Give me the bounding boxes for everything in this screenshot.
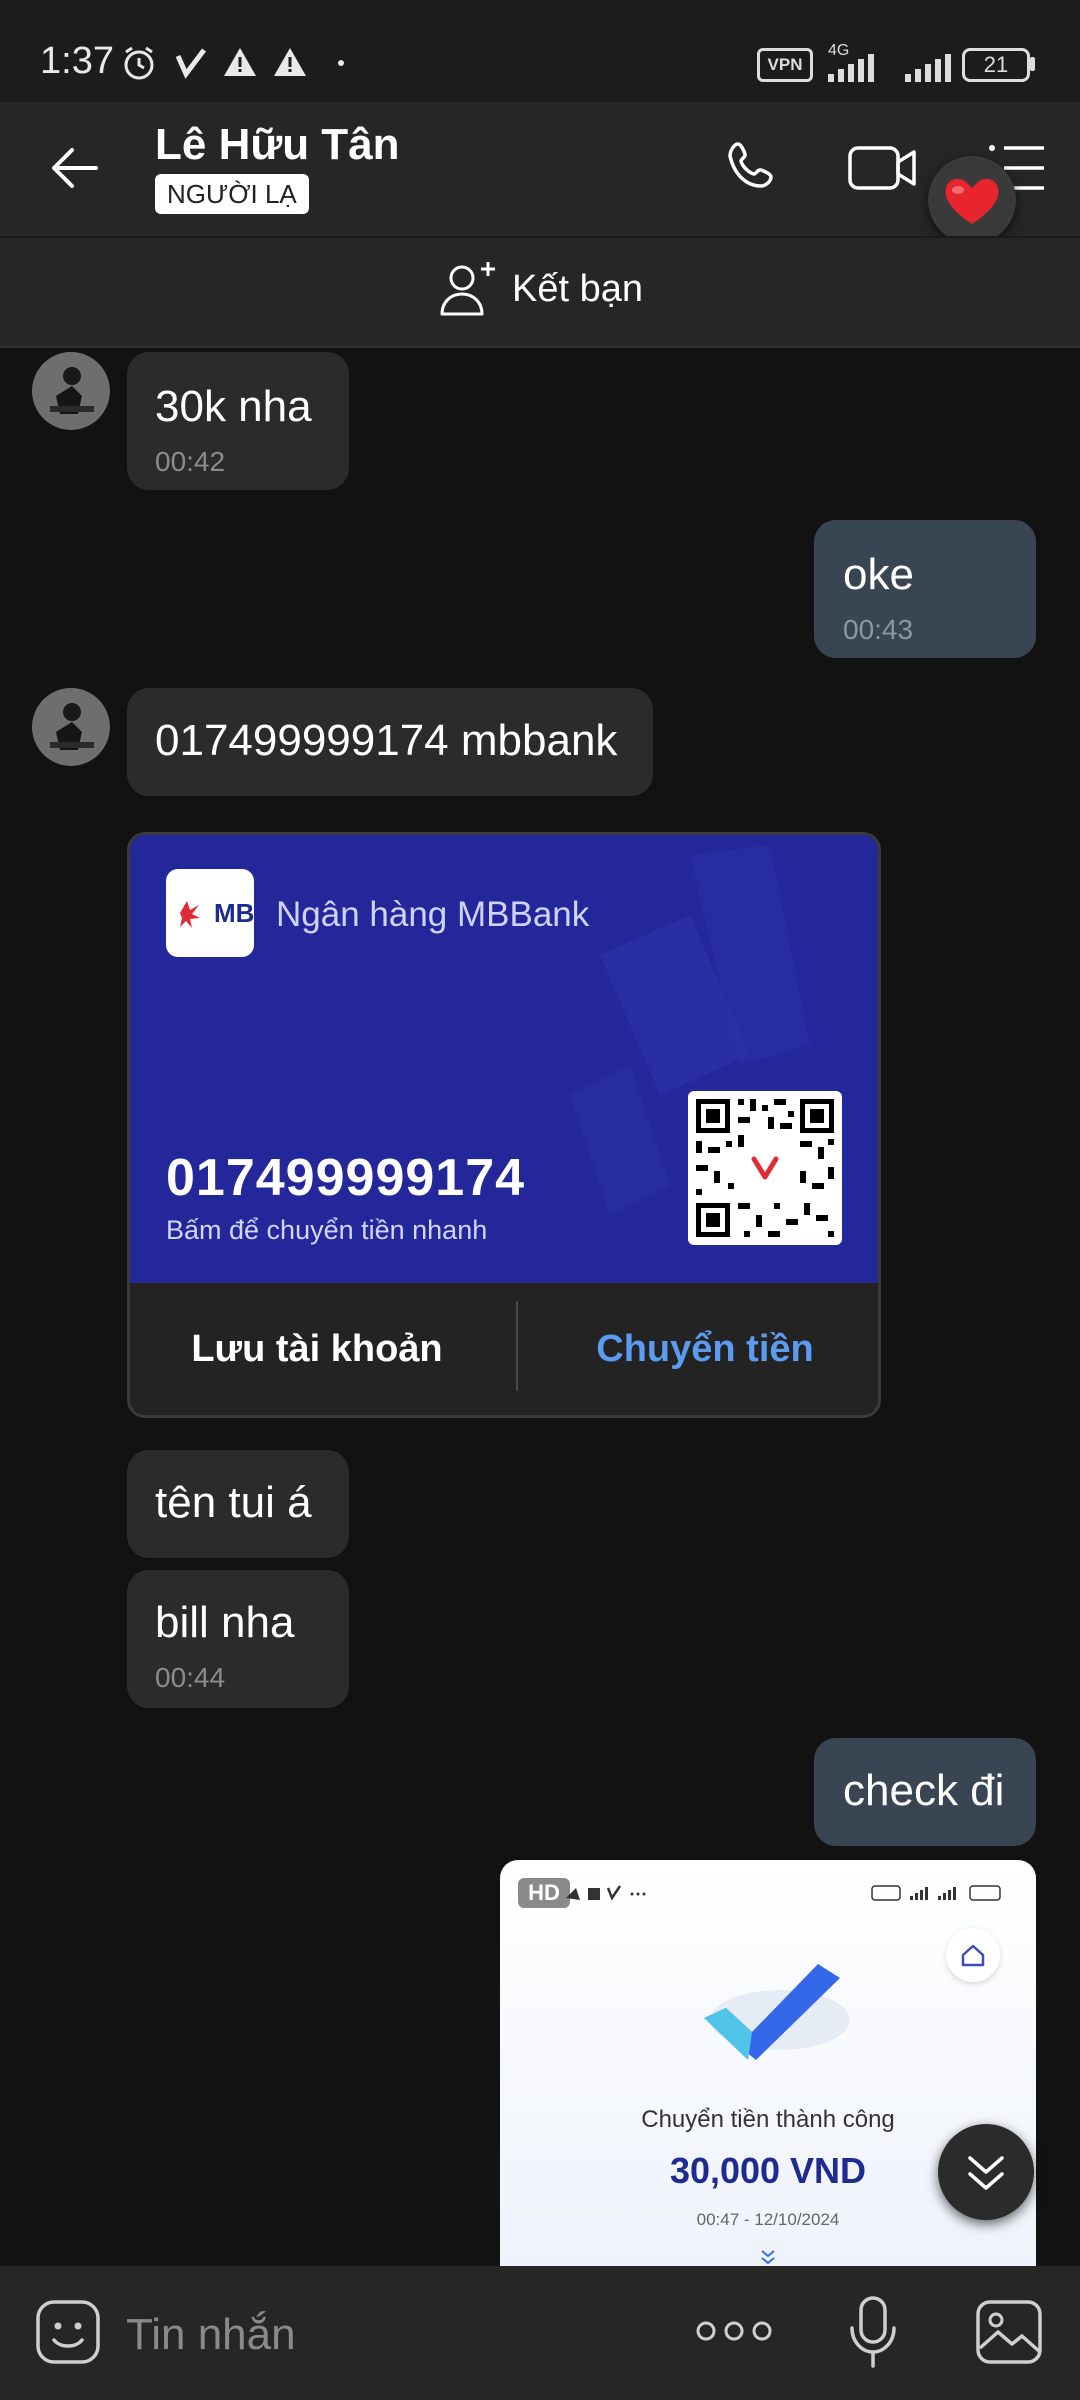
more-icon[interactable] [696,2316,772,2351]
phone-icon[interactable] [720,136,784,200]
message-text: check đi [843,1766,1005,1815]
heart-reaction-button[interactable] [928,156,1016,244]
status-bar [0,0,1080,102]
message-text: 30k nha [155,382,312,431]
signal-icon [905,52,955,82]
gallery-icon[interactable] [974,2298,1044,2371]
home-icon [946,1928,1000,1982]
status-time: 1:37 [40,40,114,82]
qr-code[interactable] [688,1091,842,1245]
avatar[interactable] [32,352,110,430]
alarm-icon [120,44,158,87]
mini-status-icons [566,1885,646,1901]
mini-status-right-icons [871,1885,1001,1901]
double-chevron-down-icon [968,2156,1004,2190]
message-text: 017499999174 mbbank [155,716,618,765]
chevron-down-icon [761,2250,775,2265]
bank-name: Ngân hàng MBBank [276,895,590,934]
quick-transfer-hint: Bấm để chuyển tiền nhanh [166,1215,488,1245]
microphone-icon[interactable] [846,2294,900,2375]
message-time: 00:43 [843,614,914,645]
sticker-icon[interactable] [34,2298,102,2371]
bank-account-card[interactable]: MB Ngân hàng MBBank 017499999174 Bấm để … [127,832,881,1418]
vpn-badge: VPN [757,48,813,82]
mbbank-logo-text: MB [214,898,254,928]
bank-card-body[interactable]: MB Ngân hàng MBBank 017499999174 Bấm để … [130,835,878,1283]
warning-icon [272,46,308,83]
app-notification-icon [174,46,208,85]
message-input[interactable]: Tin nhắn [126,2310,296,2360]
transfer-money-button[interactable]: Chuyển tiền [518,1283,878,1415]
message-text: tên tui á [155,1478,312,1527]
add-friend-label[interactable]: Kết bạn [512,268,643,311]
dot-icon [338,60,344,66]
contact-name[interactable]: Lê Hữu Tân [155,120,400,170]
account-number: 017499999174 [166,1149,526,1207]
back-arrow-icon[interactable] [46,138,106,198]
signal-icon [828,52,878,82]
add-user-icon[interactable] [436,256,500,325]
battery-tip [1030,57,1035,71]
video-call-icon[interactable] [846,136,920,200]
scroll-to-bottom-button[interactable] [938,2124,1034,2220]
checkmark-icon [704,1964,850,2060]
stranger-badge: NGƯỜI LẠ [155,174,309,214]
message-time: 00:42 [155,446,226,477]
message-time: 00:44 [155,1662,226,1693]
message-text: bill nha [155,1598,295,1647]
mbbank-logo: MB [166,869,254,957]
warning-icon [222,46,258,83]
battery-icon: 21 [962,48,1030,82]
message-text: oke [843,550,914,599]
heart-icon [945,178,999,224]
avatar[interactable] [32,688,110,766]
save-account-button[interactable]: Lưu tài khoản [130,1283,504,1415]
